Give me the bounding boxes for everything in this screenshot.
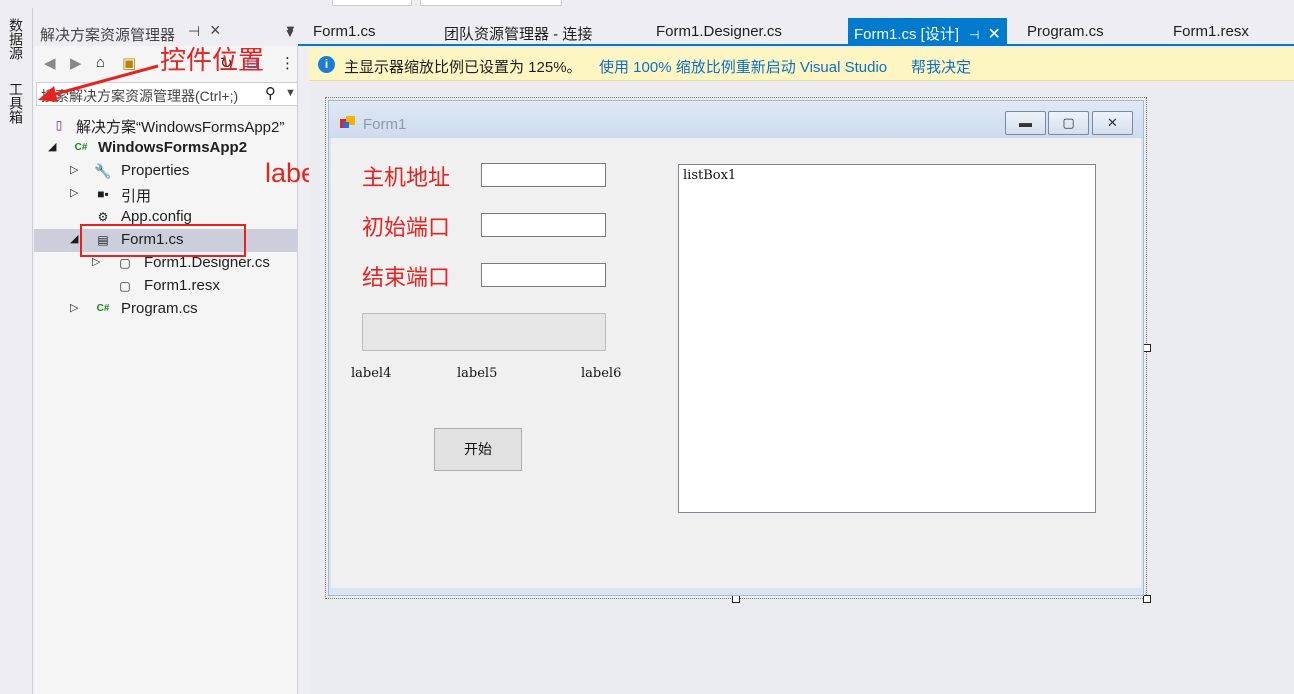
info-bar: i 主显示器缩放比例已设置为 125%。 使用 100% 缩放比例重新启动 Vi… bbox=[309, 48, 1294, 81]
resize-handle[interactable] bbox=[1143, 595, 1151, 603]
tree-item-label: 引用 bbox=[121, 188, 152, 205]
annotation-highlight-box bbox=[80, 224, 246, 257]
tree-item-label: Form1.resx bbox=[144, 277, 220, 294]
tree-item-form1-resx[interactable]: ▢ Form1.resx bbox=[34, 275, 298, 298]
minimize-button[interactable]: ▬ bbox=[1005, 111, 1046, 135]
help-decide-link[interactable]: 帮我决定 bbox=[911, 56, 971, 77]
chevron-down-icon[interactable]: ▼ bbox=[285, 87, 296, 99]
expand-arrow-icon[interactable]: ▷ bbox=[70, 186, 78, 199]
config-dropdown[interactable] bbox=[332, 0, 412, 6]
pin-icon[interactable]: ⊣ bbox=[969, 28, 979, 42]
resize-handle[interactable] bbox=[732, 595, 740, 603]
tab-form1-designer-cs[interactable]: Form1.Designer.cs bbox=[656, 23, 782, 40]
expand-arrow-icon[interactable]: ▷ bbox=[70, 163, 78, 176]
tree-item-label: WindowsFormsApp2 bbox=[98, 139, 248, 156]
tab-form1-cs[interactable]: Form1.cs bbox=[313, 23, 376, 40]
csharp-file-icon: C# bbox=[96, 303, 110, 314]
tab-label: Form1.cs [设计] bbox=[854, 26, 960, 43]
visual-studio-window: 数据源 工具箱 解决方案资源管理器 ⊣ × ▼ ◀ ▶ ⌂ ▣ ↻ ⊟ ⋮ 搜索… bbox=[0, 0, 1294, 694]
host-address-label: 主机地址 bbox=[362, 166, 451, 191]
form-title-bar: Form1 ▬ ▢ ✕ bbox=[329, 101, 1143, 139]
panel-title: 解决方案资源管理器 bbox=[40, 27, 176, 44]
solution-icon: ▯ bbox=[55, 118, 63, 132]
side-tool-strip: 数据源 工具箱 bbox=[0, 8, 33, 694]
csharp-project-icon: C# bbox=[74, 142, 88, 153]
restart-link[interactable]: 使用 100% 缩放比例重新启动 Visual Studio bbox=[599, 56, 887, 77]
listbox1[interactable]: listBox1 bbox=[678, 164, 1096, 513]
close-icon[interactable]: × bbox=[210, 20, 221, 41]
start-port-input[interactable] bbox=[481, 213, 606, 237]
solution-explorer-panel: 解决方案资源管理器 ⊣ × ▼ ◀ ▶ ⌂ ▣ ↻ ⊟ ⋮ 搜索解决方案资源管理… bbox=[34, 18, 298, 694]
tree-item-project[interactable]: ◢ C# WindowsFormsApp2 bbox=[34, 137, 298, 160]
platform-dropdown[interactable] bbox=[420, 0, 562, 6]
collapse-arrow-icon[interactable]: ◢ bbox=[48, 140, 56, 153]
tab-team-explorer[interactable]: 团队资源管理器 - 连接 bbox=[444, 23, 592, 44]
maximize-button[interactable]: ▢ bbox=[1048, 111, 1089, 135]
info-message: 主显示器缩放比例已设置为 125%。 bbox=[344, 59, 582, 76]
label4: label4 bbox=[351, 366, 392, 381]
tree-item-references[interactable]: ▷ ■▪ 引用 bbox=[34, 183, 298, 206]
tab-list-dropdown-icon[interactable]: ▼ bbox=[284, 26, 296, 40]
data-sources-tab[interactable]: 数据源 bbox=[6, 18, 26, 60]
annotation-control-location: 控件位置 bbox=[160, 45, 265, 75]
tree-item-solution[interactable]: ▯ 解决方案“WindowsFormsApp2” bbox=[34, 114, 298, 137]
resx-icon: ▢ bbox=[119, 279, 131, 293]
tree-item-properties[interactable]: ▷ 🔧 Properties bbox=[34, 160, 298, 183]
progress-bar bbox=[362, 313, 606, 351]
start-button[interactable]: 开始 bbox=[434, 428, 522, 471]
search-icon[interactable]: ⚲ bbox=[265, 84, 276, 102]
label5: label5 bbox=[457, 366, 498, 381]
close-button[interactable]: ✕ bbox=[1092, 111, 1133, 135]
tree-item-label: 解决方案“WindowsFormsApp2” bbox=[76, 119, 285, 136]
end-port-input[interactable] bbox=[481, 263, 606, 287]
tree-item-label: Program.cs bbox=[121, 300, 198, 317]
close-icon[interactable]: ✕ bbox=[987, 26, 1000, 43]
references-icon: ■▪ bbox=[97, 187, 109, 201]
info-icon: i bbox=[318, 56, 335, 73]
label6: label6 bbox=[581, 366, 622, 381]
end-port-label: 结束端口 bbox=[362, 266, 451, 291]
wrench-icon: 🔧 bbox=[94, 163, 112, 179]
tab-form1-resx[interactable]: Form1.resx bbox=[1173, 23, 1249, 40]
top-toolbar bbox=[0, 0, 1294, 8]
tree-item-program[interactable]: ▷ C# Program.cs bbox=[34, 298, 298, 321]
tab-form1-design[interactable]: Form1.cs [设计] ⊣ ✕ bbox=[848, 18, 1007, 44]
form-title: Form1 bbox=[363, 116, 407, 133]
form-icon bbox=[340, 116, 355, 128]
pin-icon[interactable]: ⊣ bbox=[188, 23, 200, 40]
start-port-label: 初始端口 bbox=[362, 216, 451, 241]
more-icon[interactable]: ⋮ bbox=[280, 54, 295, 72]
expand-arrow-icon[interactable]: ▷ bbox=[70, 301, 78, 314]
tree-item-label: Properties bbox=[121, 162, 190, 179]
toolbox-tab[interactable]: 工具箱 bbox=[6, 82, 26, 124]
resize-handle[interactable] bbox=[1143, 344, 1151, 352]
host-address-input[interactable] bbox=[481, 163, 606, 187]
listbox-text: listBox1 bbox=[683, 168, 737, 183]
annotation-arrow-icon bbox=[38, 64, 159, 102]
tab-program-cs[interactable]: Program.cs bbox=[1027, 23, 1104, 40]
document-tab-bar: Form1.cs 团队资源管理器 - 连接 Form1.Designer.cs … bbox=[298, 18, 1294, 46]
tree-item-label: App.config bbox=[121, 208, 192, 225]
collapse-arrow-icon[interactable]: ◢ bbox=[70, 232, 78, 245]
